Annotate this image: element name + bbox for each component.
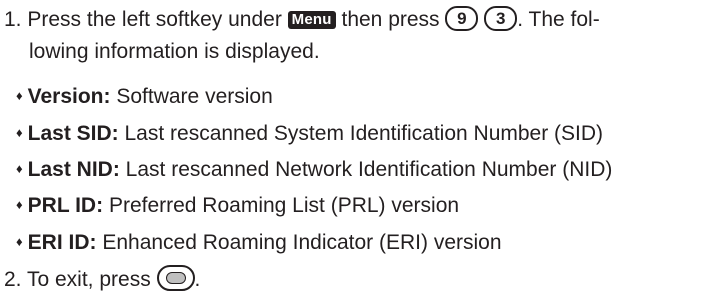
step-2-number: 2. (4, 268, 22, 291)
bullet-text: Software version (116, 85, 273, 108)
key-3-icon: 3 (484, 5, 518, 31)
instruction-page: 1. Press the left softkey under Menu the… (0, 0, 703, 307)
key-9-icon: 9 (445, 5, 479, 31)
step-1-prefix: Press the left softkey under (27, 8, 282, 31)
step-2-suffix: . (194, 268, 201, 291)
step-1-suffix: . The fol- (517, 8, 600, 31)
menu-softkey-icon: Menu (287, 11, 336, 29)
step-1: 1. Press the left softkey under Menu the… (4, 5, 600, 34)
bullet-term: Last SID: (27, 122, 119, 145)
bullet-term: PRL ID: (27, 194, 104, 217)
diamond-bullet-icon: ♦ (16, 161, 23, 176)
bullet-term: Last NID: (27, 158, 120, 181)
step-1-middle: then press (341, 8, 440, 31)
diamond-bullet-icon: ♦ (16, 234, 23, 249)
bullet-text: Enhanced Roaming Indicator (ERI) version (102, 231, 502, 254)
step-1-continuation: lowing information is displayed. (29, 40, 320, 63)
bullet-text: Preferred Roaming List (PRL) version (108, 194, 460, 217)
diamond-bullet-icon: ♦ (16, 125, 23, 140)
diamond-bullet-icon: ♦ (16, 197, 23, 212)
bullet-term: Version: (27, 85, 111, 108)
step-1-number: 1. (4, 8, 22, 31)
bullet-eri-id: ♦ ERI ID: Enhanced Roaming Indicator (ERI… (16, 229, 502, 259)
bullet-prl-id: ♦ PRL ID: Preferred Roaming List (PRL) ve… (16, 192, 459, 222)
step-2-prefix: To exit, press (26, 268, 151, 291)
bullet-term: ERI ID: (27, 231, 97, 254)
end-key-inner (165, 272, 186, 285)
bullet-last-nid: ♦ Last NID: Last rescanned Network Identi… (16, 156, 612, 186)
bullet-last-sid: ♦ Last SID: Last rescanned System Identif… (16, 120, 603, 150)
step-2: 2. To exit, press . (4, 265, 201, 294)
bullet-text: Last rescanned Network Identification Nu… (125, 158, 613, 181)
bullet-version: ♦ Version: Software version (16, 83, 273, 113)
diamond-bullet-icon: ♦ (16, 88, 23, 103)
end-key-icon (156, 265, 195, 292)
bullet-text: Last rescanned System Identification Num… (124, 122, 604, 145)
